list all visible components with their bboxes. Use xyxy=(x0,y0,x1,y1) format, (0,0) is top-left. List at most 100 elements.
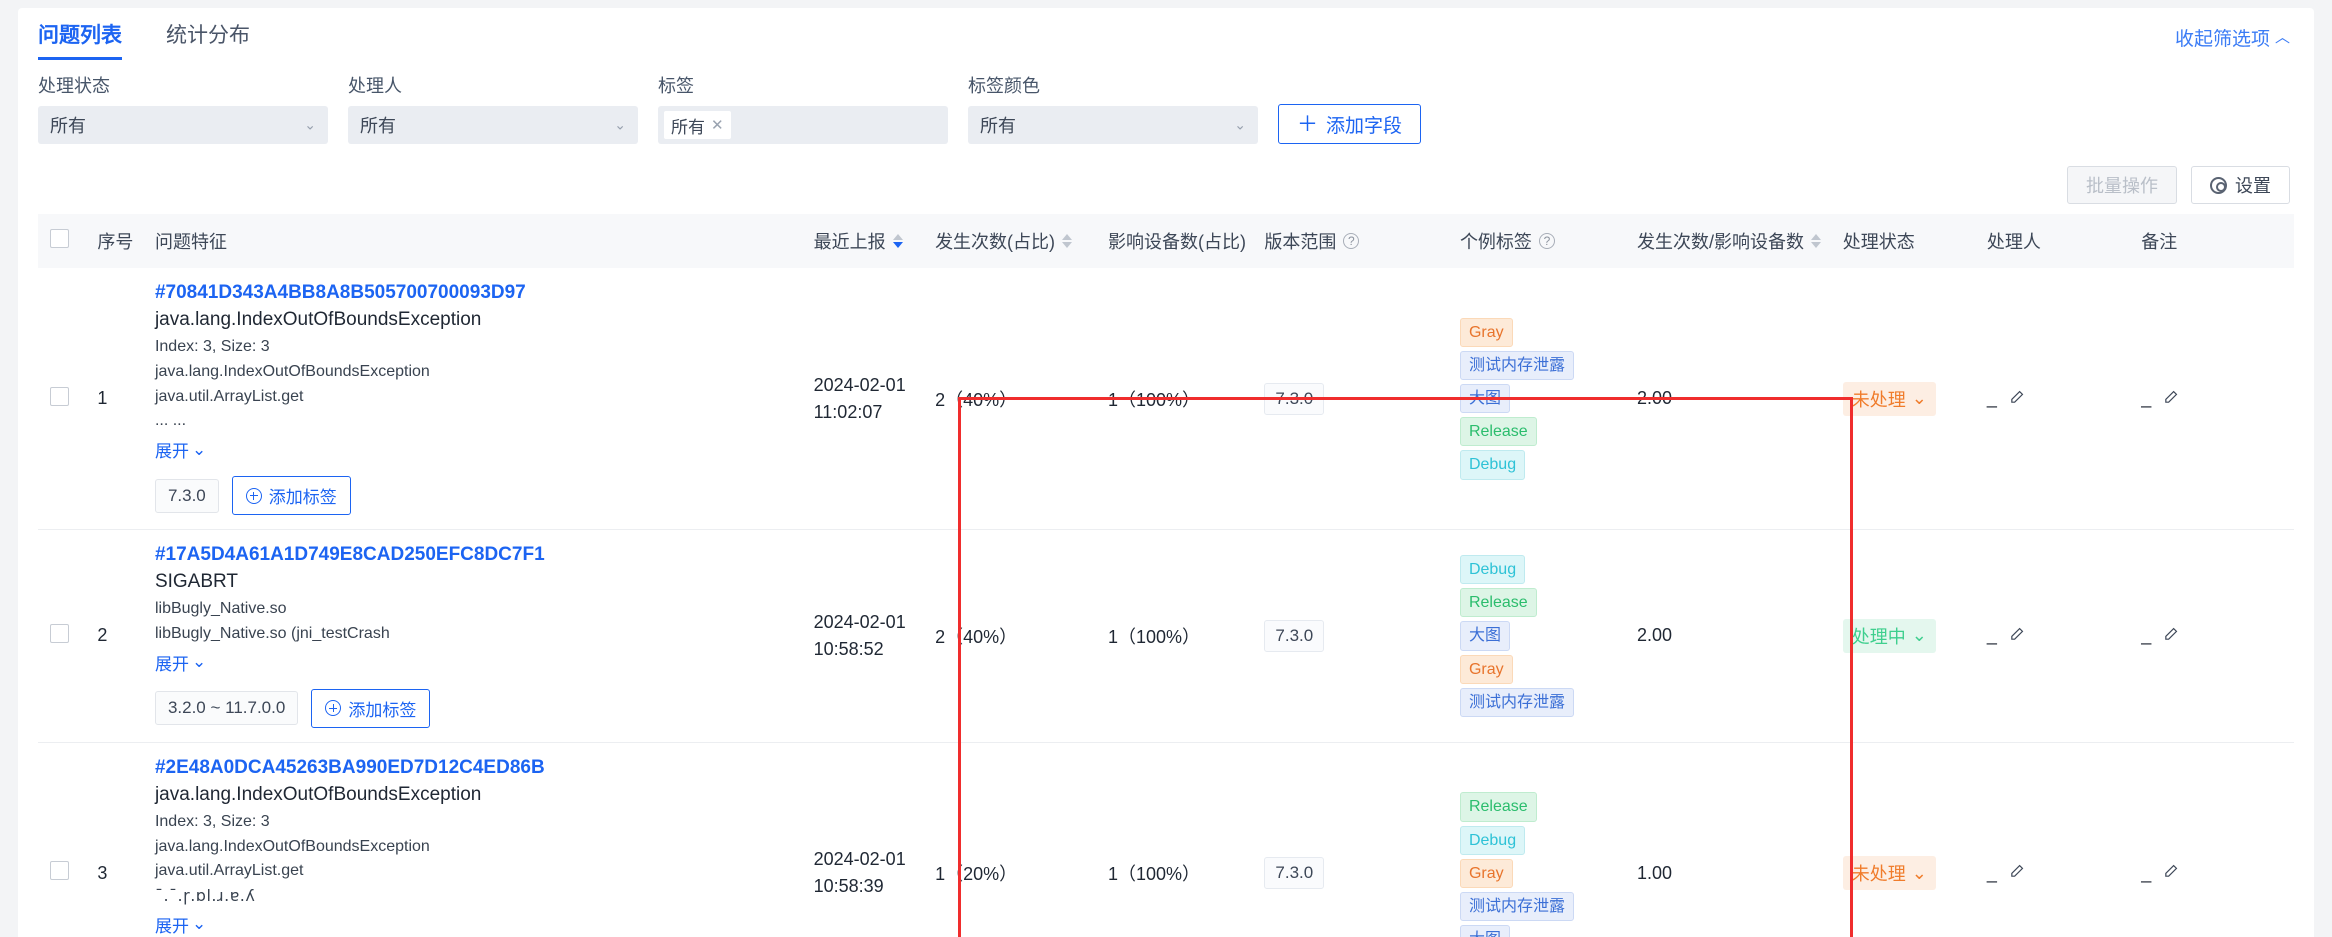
add-tag-button[interactable]: 添加标签 xyxy=(311,688,431,728)
status-label: 处理中 xyxy=(1851,626,1906,647)
help-icon[interactable]: ? xyxy=(1343,233,1360,249)
case-tag[interactable]: Gray xyxy=(1459,654,1513,684)
version-chip: 3.2.0 ~ 11.7.0.0 xyxy=(154,691,299,726)
settings-button[interactable]: 设置 xyxy=(2191,166,2290,204)
row-feature-cell: #17A5D4A61A1D749E8CAD250EFC8DC7F1 SIGABR… xyxy=(142,529,802,743)
chevron-down-icon: ⌄ xyxy=(1911,388,1927,409)
row-last-report-cell: 2024-02-01 11:02:07 xyxy=(801,268,924,531)
row-ratio-cell: 1.00 xyxy=(1624,742,1831,937)
filter-tag-color-select[interactable]: 所有 ⌄ xyxy=(968,106,1258,144)
select-all-checkbox[interactable] xyxy=(50,229,69,248)
issue-detail-line: libBugly_Native.so (jni_testCrash xyxy=(154,624,390,642)
col-index: 序号 xyxy=(85,214,143,268)
col-status-label: 处理状态 xyxy=(1842,232,1915,252)
issue-id-link[interactable]: #17A5D4A61A1D749E8CAD250EFC8DC7F1 xyxy=(155,544,790,566)
row-checkbox[interactable] xyxy=(50,386,69,406)
case-tag[interactable]: 大图 xyxy=(1459,925,1510,937)
collapse-filters-button[interactable]: 收起筛选项 ︿ xyxy=(2175,24,2290,51)
col-occurrences[interactable]: 发生次数(占比) xyxy=(923,214,1096,268)
issue-id-link[interactable]: #70841D343A4BB8A8B505700700093D97 xyxy=(155,282,790,304)
sort-ratio-icon[interactable] xyxy=(1810,234,1821,248)
case-tag[interactable]: 测试内存泄露 xyxy=(1459,687,1574,717)
case-tag-list: ReleaseDebugGray测试内存泄露大图 xyxy=(1459,792,1613,937)
case-tag[interactable]: Gray xyxy=(1459,858,1513,888)
case-tag[interactable]: Gray xyxy=(1459,317,1513,347)
row-assignee-cell: _ xyxy=(1974,529,2130,743)
row-chip-group: 3.2.0 ~ 11.7.0.0 添加标签 xyxy=(154,688,790,728)
col-devices-label: 影响设备数(占比) xyxy=(1107,232,1246,252)
edit-pencil-icon[interactable] xyxy=(2009,388,2026,410)
row-assignee-cell: _ xyxy=(1974,742,2130,937)
row-version-range-cell: 7.3.0 xyxy=(1252,742,1448,937)
case-tag[interactable]: Release xyxy=(1459,417,1537,447)
version-range-chip: 7.3.0 xyxy=(1264,857,1325,890)
row-index-cell: 2 xyxy=(85,529,143,743)
col-ratio[interactable]: 发生次数/影响设备数 xyxy=(1624,214,1831,268)
issues-table-container: 序号 问题特征 最近上报 发生次数(占比) 影响设备数(占比) 版本范围 ? 个… xyxy=(18,214,2314,937)
help-icon[interactable]: ? xyxy=(1538,233,1555,249)
edit-pencil-icon[interactable] xyxy=(2163,625,2180,647)
remark-value: _ xyxy=(2141,862,2152,883)
tab-statistics[interactable]: 统计分布 xyxy=(166,8,250,64)
row-case-tags-cell: ReleaseDebugGray测试内存泄露大图 xyxy=(1447,742,1625,937)
col-version-range-label: 版本范围 xyxy=(1264,232,1337,252)
col-case-tags: 个例标签 ? xyxy=(1447,214,1625,268)
last-report-date: 2024-02-01 xyxy=(813,849,906,870)
filter-assignee-select[interactable]: 所有 ⌄ xyxy=(348,106,638,144)
expand-label: 展开 xyxy=(154,654,189,674)
edit-pencil-icon[interactable] xyxy=(2163,388,2180,410)
sort-last-report-icon[interactable] xyxy=(892,234,903,248)
case-tag[interactable]: Release xyxy=(1459,792,1537,822)
issue-detail-line: Index: 3, Size: 3 xyxy=(154,812,270,830)
edit-pencil-icon[interactable] xyxy=(2163,862,2180,884)
last-report-date: 2024-02-01 xyxy=(813,374,906,395)
row-occurrences-cell: 2（40%） xyxy=(923,268,1096,531)
col-devices[interactable]: 影响设备数(占比) xyxy=(1095,214,1263,268)
expand-toggle[interactable]: 展开 ⌄ xyxy=(155,650,206,675)
tab-issue-list[interactable]: 问题列表 xyxy=(38,8,122,64)
last-report-time: 10:58:39 xyxy=(813,876,884,897)
status-badge[interactable]: 处理中 ⌄ xyxy=(1842,618,1936,653)
case-tag[interactable]: 大图 xyxy=(1459,621,1510,651)
batch-operation-button[interactable]: 批量操作 xyxy=(2067,166,2177,204)
chevron-down-icon: ⌄ xyxy=(304,116,316,133)
expand-toggle[interactable]: 展开 ⌄ xyxy=(155,437,206,462)
case-tag[interactable]: 大图 xyxy=(1459,384,1510,414)
close-icon[interactable]: ✕ xyxy=(711,116,724,134)
filter-tag-chip[interactable]: 所有 ✕ xyxy=(664,111,731,139)
table-toolbar: 批量操作 设置 xyxy=(18,144,2314,214)
sort-occurrences-icon[interactable] xyxy=(1062,234,1073,248)
status-badge[interactable]: 未处理 ⌄ xyxy=(1842,381,1936,416)
chevron-up-icon: ︿ xyxy=(2274,29,2290,46)
col-case-tags-label: 个例标签 xyxy=(1459,232,1532,252)
filter-status-label: 处理状态 xyxy=(38,76,110,96)
row-status-cell: 未处理 ⌄ xyxy=(1830,268,1975,531)
status-badge[interactable]: 未处理 ⌄ xyxy=(1842,856,1936,891)
filter-status: 处理状态 所有 ⌄ xyxy=(38,72,328,144)
issue-id-link[interactable]: #2E48A0DCA45263BA990ED7D12C4ED86B xyxy=(155,757,790,779)
edit-pencil-icon[interactable] xyxy=(2009,862,2026,884)
expand-toggle[interactable]: 展开 ⌄ xyxy=(155,912,206,937)
case-tag[interactable]: 测试内存泄露 xyxy=(1459,350,1574,380)
row-checkbox[interactable] xyxy=(50,861,69,881)
issue-title: java.lang.IndexOutOfBoundsException xyxy=(154,309,482,330)
col-last-report[interactable]: 最近上报 xyxy=(801,214,924,268)
case-tag[interactable]: Release xyxy=(1459,588,1537,618)
case-tag[interactable]: Debug xyxy=(1459,450,1526,480)
row-devices-cell: 1（100%） xyxy=(1095,268,1253,531)
table-body: 1 #70841D343A4BB8A8B505700700093D97 java… xyxy=(38,268,2294,937)
add-tag-button[interactable]: 添加标签 xyxy=(231,476,351,516)
case-tag[interactable]: Debug xyxy=(1459,825,1526,855)
case-tag[interactable]: Debug xyxy=(1459,555,1526,585)
row-status-cell: 未处理 ⌄ xyxy=(1830,742,1975,937)
edit-pencil-icon[interactable] xyxy=(2009,625,2026,647)
row-checkbox[interactable] xyxy=(50,623,69,643)
chevron-down-icon: ⌄ xyxy=(191,439,207,459)
select-all-header xyxy=(38,214,86,268)
chevron-down-icon: ⌄ xyxy=(1234,116,1246,133)
case-tag[interactable]: 测试内存泄露 xyxy=(1459,891,1574,922)
remark-value: _ xyxy=(2141,625,2152,646)
filter-tag-select[interactable]: 所有 ✕ xyxy=(658,106,948,144)
add-field-button[interactable]: ＋ 添加字段 xyxy=(1278,104,1422,144)
filter-status-select[interactable]: 所有 ⌄ xyxy=(38,106,328,144)
